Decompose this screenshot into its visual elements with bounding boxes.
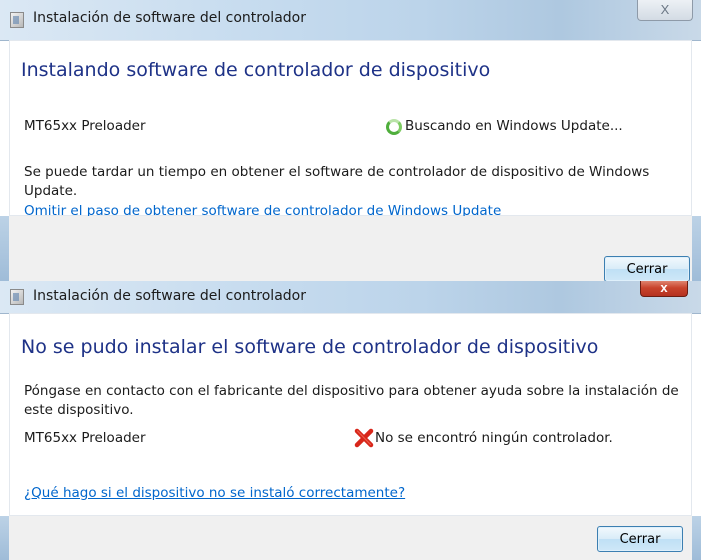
frame-edge-left — [0, 216, 9, 281]
dialog-content: No se pudo instalar el software de contr… — [9, 313, 692, 516]
dialog-footer: Cerrar — [0, 516, 701, 560]
frame-edge-left — [0, 516, 9, 560]
frame-edge-right — [692, 216, 701, 281]
dialog-footer: Cerrar — [0, 216, 701, 281]
title-bar[interactable]: Instalación de software del controlador … — [0, 281, 701, 314]
window-close-button[interactable]: x — [640, 281, 688, 297]
device-status: Buscando en Windows Update... — [405, 118, 623, 134]
app-window-icon — [10, 12, 24, 28]
device-name: MT65xx Preloader — [24, 430, 146, 446]
driver-install-dialog-failed: Instalación de software del controlador … — [0, 281, 701, 560]
driver-install-dialog-searching: Instalación de software del controlador … — [0, 0, 701, 281]
close-button[interactable]: Cerrar — [604, 256, 690, 281]
dialog-content: Instalando software de controlador de di… — [9, 40, 692, 219]
spinner-icon — [386, 119, 402, 135]
dialog-heading: No se pudo instalar el software de contr… — [21, 336, 599, 358]
frame-edge-right — [692, 516, 701, 560]
troubleshoot-link[interactable]: ¿Qué hago si el dispositivo no se instal… — [24, 485, 405, 501]
dialog-heading: Instalando software de controlador de di… — [21, 59, 491, 81]
window-title: Instalación de software del controlador — [33, 288, 306, 304]
close-button[interactable]: Cerrar — [597, 526, 683, 552]
error-x-icon — [354, 428, 374, 448]
app-window-icon — [10, 289, 24, 305]
window-close-button[interactable]: X — [637, 0, 693, 21]
info-message: Se puede tardar un tiempo en obtener el … — [24, 164, 650, 199]
title-bar[interactable]: Instalación de software del controlador … — [0, 0, 701, 41]
device-name: MT65xx Preloader — [24, 118, 146, 134]
device-status: No se encontró ningún controlador. — [375, 430, 613, 446]
info-message: Póngase en contacto con el fabricante de… — [24, 383, 679, 418]
window-title: Instalación de software del controlador — [33, 10, 306, 26]
